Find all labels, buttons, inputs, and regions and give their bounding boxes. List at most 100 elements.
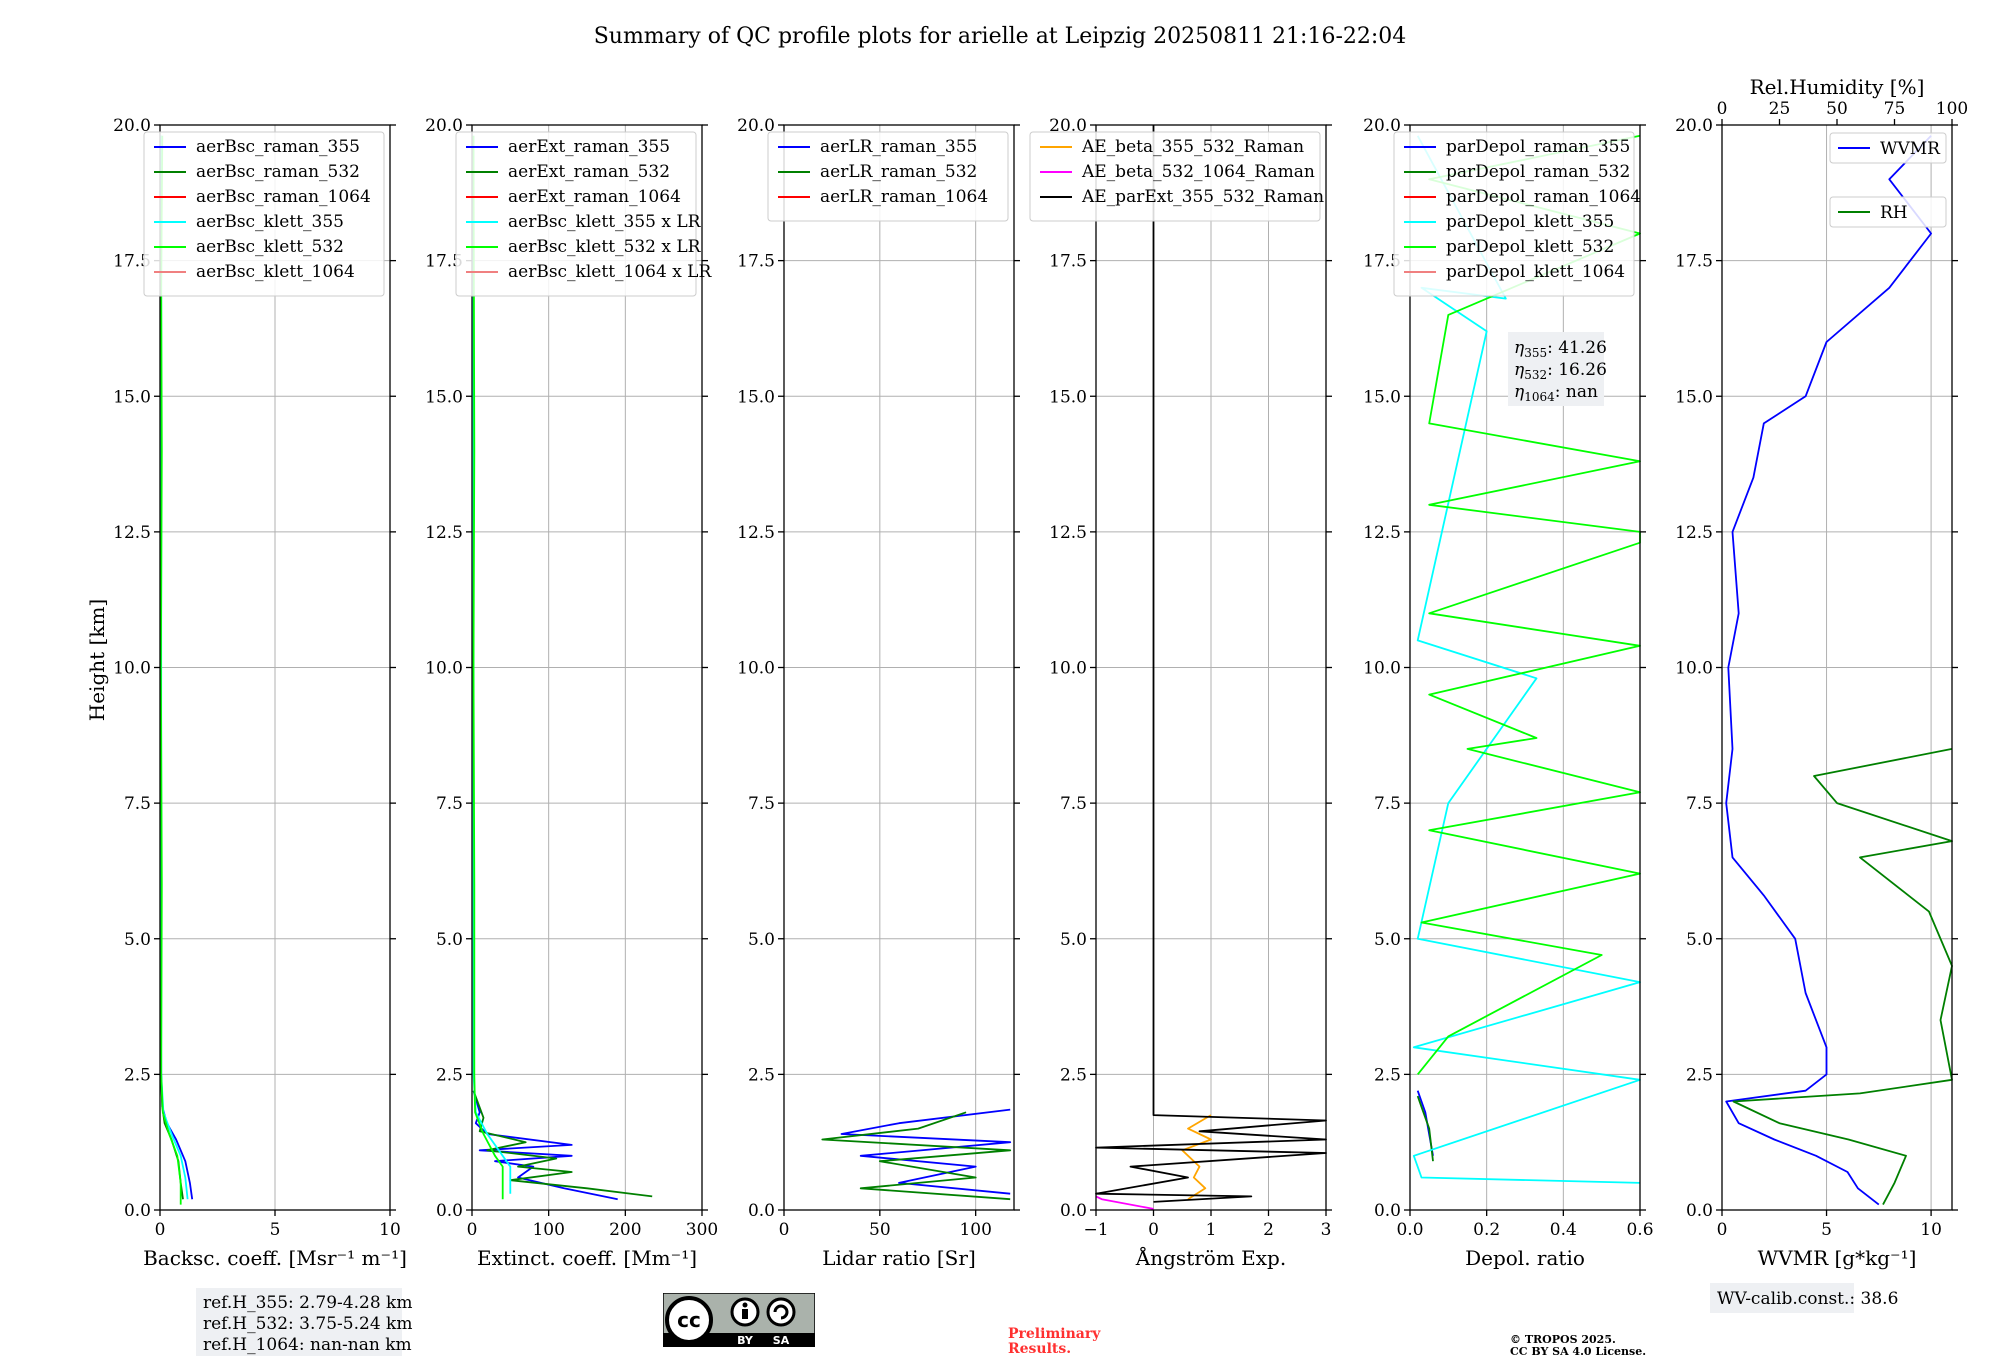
legend-wvmr: WVMR: [1829, 132, 1947, 164]
series-line-aerLR-raman-532: [821, 1111, 1012, 1201]
x-tick-label: 0: [1717, 1220, 1728, 1240]
attribution-icon: [730, 1297, 760, 1327]
legend: aerLR_raman_355 aerLR_raman_532 aerLR_rama…: [767, 131, 1009, 222]
y-tick-label: 0.0: [436, 1201, 463, 1221]
panel-3: 0.02.55.07.510.012.515.017.520.00 50 100Li…: [737, 116, 1020, 1270]
y-tick-label: 7.5: [748, 794, 775, 814]
y-tick-label: 10.0: [1049, 659, 1087, 679]
x-axis-label: Ångström Exp.: [1135, 1245, 1286, 1270]
legend-label: aerLR_raman_532: [820, 162, 977, 182]
legend: AE_beta_355_532_Raman AE_beta_532_1064_Ra…: [1029, 131, 1324, 222]
top-x-tick-label: 75: [1884, 99, 1906, 119]
eta-annotation: η355: 41.26η532: 16.26η1064: nan: [1508, 332, 1607, 406]
x-tick-label: 0: [1148, 1220, 1159, 1240]
y-tick-label: 0.0: [1060, 1201, 1087, 1221]
legend-label: aerBsc_klett_355: [196, 212, 344, 232]
y-tick-label: 7.5: [1374, 794, 1401, 814]
wv-calib-text: WV-calib.const.: 38.6: [1717, 1289, 1898, 1309]
top-x-tick-label: 100: [1936, 99, 1968, 119]
legend-label: aerLR_raman_355: [820, 137, 977, 157]
legend-label: parDepol_raman_355: [1446, 137, 1630, 157]
y-tick-label: 2.5: [748, 1065, 775, 1085]
y-tick-label: 7.5: [124, 794, 151, 814]
y-tick-label: 15.0: [1363, 387, 1401, 407]
series-line-AE-beta-355-532-Raman: [1181, 1114, 1212, 1200]
y-tick-label: 7.5: [1686, 794, 1713, 814]
y-tick-label: 5.0: [748, 930, 775, 950]
legend-label: parDepol_raman_532: [1446, 162, 1630, 182]
x-tick-label: 0.6: [1626, 1220, 1653, 1240]
x-axis-label: WVMR [g*kg⁻¹]: [1758, 1246, 1917, 1270]
footer: ref.H_355: 2.79-4.28 kmref.H_532: 3.75-5…: [196, 1283, 1898, 1358]
preliminary-text: Results.: [1008, 1341, 1071, 1357]
y-tick-label: 5.0: [1686, 930, 1713, 950]
height-axis-label: Height [km]: [85, 599, 109, 721]
legend-label: aerBsc_raman_532: [196, 162, 360, 182]
x-tick-label: 2: [1263, 1220, 1274, 1240]
y-tick-label: 12.5: [113, 523, 151, 543]
y-tick-label: 0.0: [124, 1201, 151, 1221]
legend-label: parDepol_klett_532: [1446, 237, 1614, 257]
cc-license-badge: cc BY SA: [662, 1292, 816, 1348]
ref-height-line: ref.H_532: 3.75-5.24 km: [203, 1314, 412, 1334]
y-tick-label: 10.0: [737, 659, 775, 679]
legend-label: aerBsc_klett_355 x LR: [508, 212, 702, 232]
x-tick-label: 10: [379, 1220, 401, 1240]
legend-label: aerExt_raman_532: [508, 162, 670, 182]
y-tick-label: 2.5: [124, 1065, 151, 1085]
x-tick-label: 200: [609, 1220, 641, 1240]
legend-label: parDepol_klett_1064: [1446, 262, 1625, 282]
x-tick-label: 5: [1821, 1220, 1832, 1240]
panel-4: 0.02.55.07.510.012.515.017.520.0−1 0 1 2 3Ån…: [1029, 116, 1332, 1270]
y-tick-label: 12.5: [1675, 523, 1713, 543]
license-by-label: BY: [737, 1334, 754, 1347]
panel-2: 0.02.55.07.510.012.515.017.520.00 100 200 3…: [425, 116, 718, 1270]
ref-height-line: ref.H_355: 2.79-4.28 km: [203, 1293, 412, 1313]
share-alike-icon: [766, 1297, 796, 1327]
y-tick-label: 5.0: [124, 930, 151, 950]
y-tick-label: 12.5: [1049, 523, 1087, 543]
x-tick-label: 0.4: [1550, 1220, 1577, 1240]
top-x-axis-label: Rel.Humidity [%]: [1750, 75, 1925, 99]
x-tick-label: 0: [779, 1220, 790, 1240]
legend-label: aerBsc_klett_1064 x LR: [508, 262, 712, 282]
figure: Summary of QC profile plots for arielle …: [85, 24, 1968, 1358]
y-tick-label: 12.5: [737, 523, 775, 543]
legend-label: AE_beta_355_532_Raman: [1081, 137, 1304, 157]
y-tick-label: 5.0: [1374, 930, 1401, 950]
panel-6: 0.02.55.07.510.012.515.017.520.00 5 10WVMR…: [1675, 75, 1968, 1270]
x-axis-label: Lidar ratio [Sr]: [822, 1246, 976, 1270]
y-tick-label: 20.0: [1675, 116, 1713, 136]
y-tick-label: 10.0: [425, 659, 463, 679]
top-x-tick-label: 25: [1769, 99, 1791, 119]
legend: aerExt_raman_355 aerExt_raman_532 aerExt_r…: [455, 131, 712, 297]
license-sa-label: SA: [773, 1334, 790, 1347]
x-axis-label: Backsc. coeff. [Msr⁻¹ m⁻¹]: [143, 1246, 407, 1270]
x-tick-label: −1: [1083, 1220, 1108, 1240]
legend-label: aerBsc_raman_355: [196, 137, 360, 157]
legend-rh: RH: [1829, 196, 1947, 228]
panel-1: 0.02.55.07.510.012.515.017.520.00 5 10Back…: [113, 116, 407, 1270]
legend-label: AE_beta_532_1064_Raman: [1081, 162, 1315, 182]
legend-label: aerBsc_klett_532 x LR: [508, 237, 702, 257]
y-tick-label: 10.0: [113, 659, 151, 679]
y-tick-label: 0.0: [748, 1201, 775, 1221]
figure-title: Summary of QC profile plots for arielle …: [594, 24, 1407, 49]
y-tick-label: 10.0: [1363, 659, 1401, 679]
preliminary-text: Preliminary: [1008, 1326, 1101, 1342]
y-tick-label: 2.5: [1374, 1065, 1401, 1085]
y-tick-label: 7.5: [436, 794, 463, 814]
legend-label: aerExt_raman_1064: [508, 187, 681, 207]
x-tick-label: 5: [270, 1220, 281, 1240]
x-tick-label: 0: [155, 1220, 166, 1240]
y-tick-label: 2.5: [436, 1065, 463, 1085]
svg-text:cc: cc: [677, 1308, 701, 1332]
y-tick-label: 0.0: [1374, 1201, 1401, 1221]
y-tick-label: 5.0: [1060, 930, 1087, 950]
x-tick-label: 0.2: [1473, 1220, 1500, 1240]
series-line-WVMR: [1725, 135, 1932, 1206]
legend-label: aerBsc_raman_1064: [196, 187, 371, 207]
x-tick-label: 100: [959, 1220, 991, 1240]
y-tick-label: 10.0: [1675, 659, 1713, 679]
legend: parDepol_raman_355 parDepol_raman_532 parD…: [1393, 131, 1641, 297]
